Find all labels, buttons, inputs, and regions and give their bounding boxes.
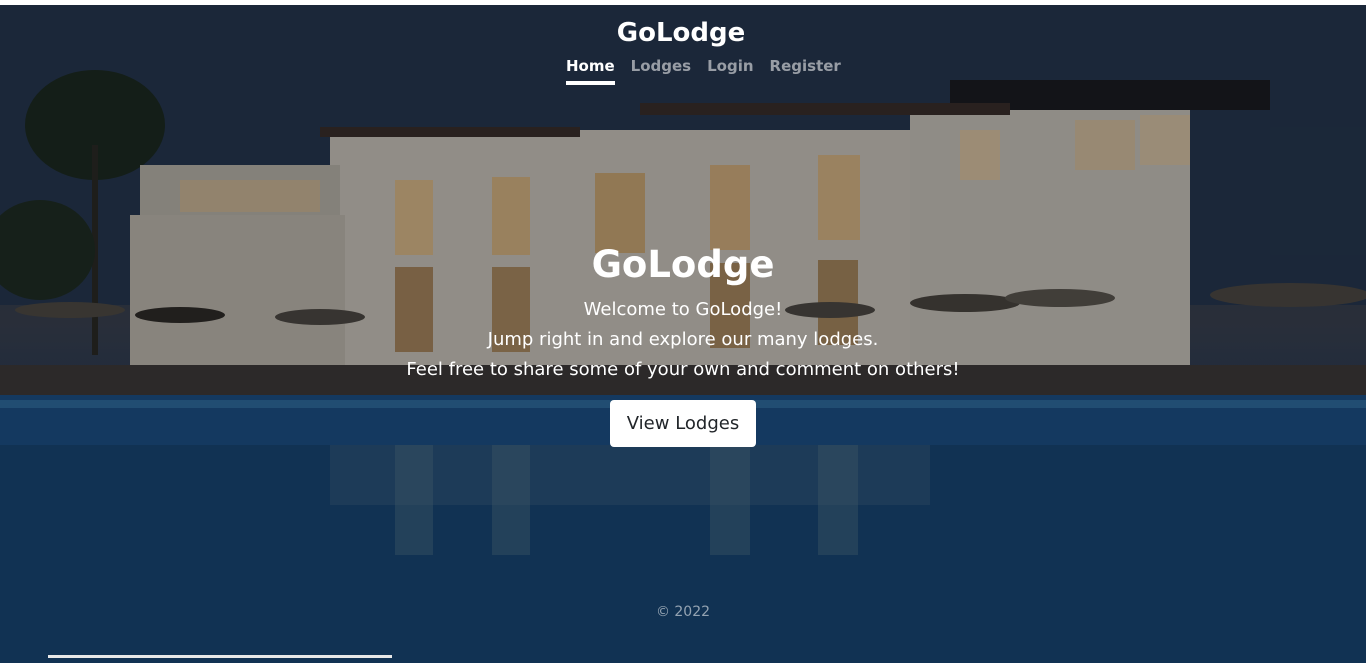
hero-explore-text: Jump right in and explore our many lodge…	[487, 329, 879, 350]
nav-login-link[interactable]: Login	[707, 57, 753, 85]
nav-register-link[interactable]: Register	[770, 57, 841, 85]
nav-lodges-link[interactable]: Lodges	[631, 57, 691, 85]
view-lodges-button[interactable]: View Lodges	[610, 400, 756, 447]
nav-home-link[interactable]: Home	[566, 57, 615, 85]
horizontal-scrollbar[interactable]	[48, 655, 392, 658]
hero-title: GoLodge	[591, 243, 775, 286]
footer-copyright: © 2022	[655, 604, 711, 620]
hero-welcome-text: Welcome to GoLodge!	[583, 299, 783, 320]
hero-share-text: Feel free to share some of your own and …	[406, 359, 960, 380]
brand-logo[interactable]: GoLodge	[0, 18, 1364, 48]
main-nav: Home Lodges Login Register	[566, 57, 841, 85]
